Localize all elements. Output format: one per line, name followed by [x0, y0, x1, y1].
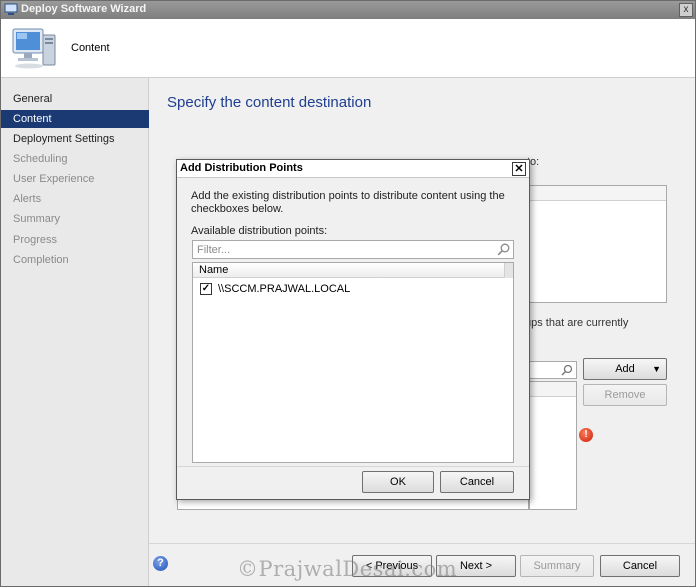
add-dropdown-button[interactable]: Add ▼: [583, 358, 667, 380]
dialog-ok-button[interactable]: OK: [362, 471, 434, 493]
search-icon: [497, 243, 510, 256]
error-icon: !: [579, 428, 593, 442]
distribution-points-list[interactable]: Name ✓ \\SCCM.PRAJWAL.LOCAL: [192, 262, 514, 463]
filter-field[interactable]: [192, 240, 514, 259]
search-icon: [561, 364, 573, 376]
app-icon: [4, 3, 18, 15]
wizard-header: Content: [1, 19, 695, 78]
summary-button[interactable]: Summary: [520, 555, 594, 577]
add-distribution-points-dialog: Add Distribution Points ✕ Add the existi…: [176, 159, 530, 500]
sidebar-item-general[interactable]: General: [1, 90, 149, 108]
distribution-point-checkbox[interactable]: ✓: [200, 283, 212, 295]
sidebar-item-user-experience: User Experience: [13, 173, 95, 185]
distribution-groups-text: ups that are currently: [525, 317, 629, 329]
column-header-name[interactable]: Name: [193, 263, 505, 278]
distribution-search-input[interactable]: [529, 361, 577, 379]
window-title: Deploy Software Wizard: [21, 3, 147, 15]
header-page-label: Content: [71, 42, 110, 54]
filter-input[interactable]: [193, 241, 483, 258]
watermark: ©PrajwalDesai.com: [237, 557, 458, 581]
sidebar-item-alerts: Alerts: [13, 193, 42, 205]
title-bar: Deploy Software Wizard x: [1, 1, 695, 19]
distribution-targets-list[interactable]: [529, 381, 577, 510]
scrollbar-cap: [505, 263, 513, 278]
dialog-instruction: Add the existing distribution points to …: [191, 190, 505, 215]
content-locations-list[interactable]: [511, 185, 667, 303]
sidebar-item-content[interactable]: Content: [1, 110, 149, 128]
dialog-close-button[interactable]: ✕: [512, 162, 526, 176]
list-column-header: Name: [193, 263, 513, 278]
wizard-window: Deploy Software Wizard x Content General…: [0, 0, 696, 587]
dialog-title: Add Distribution Points: [180, 162, 303, 174]
dropdown-arrow-icon: ▼: [652, 364, 661, 374]
dialog-divider: [177, 466, 529, 467]
available-points-label: Available distribution points:: [191, 225, 328, 237]
sidebar-item-progress: Progress: [13, 234, 58, 246]
sidebar-item-summary: Summary: [13, 213, 61, 225]
wizard-steps-sidebar: General Content Deployment Settings Sche…: [1, 78, 149, 586]
dialog-cancel-button[interactable]: Cancel: [440, 471, 514, 493]
dialog-title-bar: Add Distribution Points ✕: [177, 160, 529, 178]
sidebar-item-completion: Completion: [13, 254, 69, 266]
remove-button[interactable]: Remove: [583, 384, 667, 406]
window-close-button[interactable]: x: [679, 3, 693, 17]
help-icon[interactable]: ?: [153, 556, 168, 571]
add-button-label: Add: [615, 363, 635, 375]
sidebar-item-deployment-settings[interactable]: Deployment Settings: [1, 130, 149, 148]
sidebar-item-scheduling: Scheduling: [13, 153, 68, 165]
computer-icon: [12, 28, 56, 69]
distribution-point-name: \\SCCM.PRAJWAL.LOCAL: [218, 283, 351, 295]
page-title: Specify the content destination: [167, 94, 372, 111]
cancel-button[interactable]: Cancel: [600, 555, 680, 577]
